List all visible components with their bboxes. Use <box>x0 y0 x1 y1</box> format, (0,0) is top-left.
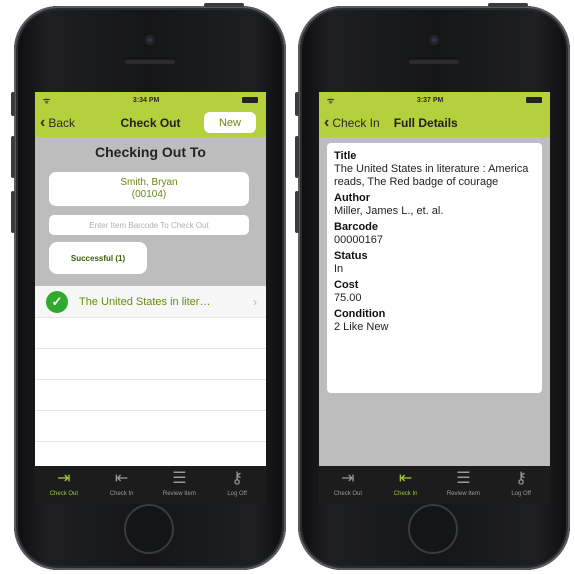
new-button[interactable]: New <box>204 112 256 133</box>
tab-bar: ⇥ Check Out ⇤ Check In ☰ Review Item ⚷ L… <box>35 466 266 504</box>
item-title: The United States in liter… <box>79 295 211 308</box>
detail-cost: Cost 75.00 <box>334 279 534 305</box>
detail-label: Barcode <box>334 221 379 233</box>
detail-label: Cost <box>334 279 359 291</box>
checkmark-icon: ✓ <box>46 290 68 313</box>
list-item[interactable]: ✓ The United States in liter… › <box>35 286 266 318</box>
status-bar: ᯤ 3:34 PM <box>35 92 266 108</box>
home-button <box>408 504 458 554</box>
detail-title: Title The United States in literature : … <box>334 150 534 189</box>
speaker <box>408 58 460 64</box>
status-time: 3:34 PM <box>132 96 160 104</box>
chevron-left-icon: ‹ <box>40 113 46 131</box>
key-icon: ⚷ <box>231 470 243 487</box>
tab-review-item[interactable]: ☰ Review Item <box>151 470 207 497</box>
tab-label: Check In <box>109 491 134 497</box>
details-card: Title The United States in literature : … <box>327 143 542 393</box>
empty-row <box>35 318 266 349</box>
tab-check-in[interactable]: ⇤ Check In <box>94 470 150 497</box>
mute-switch <box>295 92 299 116</box>
detail-value: The United States in literature : Americ… <box>334 163 529 188</box>
battery-icon <box>526 97 542 103</box>
wifi-icon: ᯤ <box>43 95 51 105</box>
tab-log-off[interactable]: ⚷ Log Off <box>493 470 549 497</box>
checkout-header-panel: Checking Out To Smith, Bryan (00104) Suc… <box>35 137 266 286</box>
check-out-icon: ⇥ <box>341 470 355 487</box>
tab-check-out[interactable]: ⇥ Check Out <box>320 470 376 497</box>
patron-name: Smith, Bryan <box>120 177 178 188</box>
tab-review-item[interactable]: ☰ Review Item <box>435 470 491 497</box>
list-icon: ☰ <box>456 470 471 487</box>
detail-author: Author Miller, James L., et. al. <box>334 192 534 218</box>
detail-value: Miller, James L., et. al. <box>334 205 444 217</box>
detail-condition: Condition 2 Like New <box>334 308 534 334</box>
successful-tab[interactable]: Successful (1) <box>49 242 147 274</box>
back-button[interactable]: ‹ Check In <box>324 113 380 131</box>
detail-value: 75.00 <box>334 292 362 304</box>
tab-label: Check Out <box>49 491 79 497</box>
home-button <box>124 504 174 554</box>
list-icon: ☰ <box>172 470 187 487</box>
key-icon: ⚷ <box>515 470 527 487</box>
checking-out-heading: Checking Out To <box>95 144 206 160</box>
barcode-input[interactable] <box>49 215 249 235</box>
detail-value: 00000167 <box>334 234 383 246</box>
patron-card[interactable]: Smith, Bryan (00104) <box>49 172 249 206</box>
status-bar: ᯤ 3:37 PM <box>319 92 550 108</box>
tab-label: Log Off <box>511 491 531 497</box>
phone-details: ᯤ 3:37 PM ‹ Check In Full Details Title … <box>295 3 570 570</box>
detail-barcode: Barcode 00000167 <box>334 221 534 247</box>
speaker <box>124 58 176 64</box>
volume-up-button <box>295 136 299 178</box>
chevron-right-icon: › <box>253 294 257 309</box>
camera <box>430 36 438 44</box>
power-button <box>204 3 244 7</box>
status-time: 3:37 PM <box>416 96 444 104</box>
detail-label: Title <box>334 150 357 162</box>
tab-check-out[interactable]: ⇥ Check Out <box>36 470 92 497</box>
check-out-icon: ⇥ <box>57 470 71 487</box>
back-button[interactable]: ‹ Back <box>40 113 76 131</box>
tab-label: Check Out <box>333 491 363 497</box>
check-in-icon: ⇤ <box>398 470 413 487</box>
tab-label: Check In <box>393 491 418 497</box>
nav-bar: ‹ Back Check Out New <box>35 108 266 137</box>
detail-label: Author <box>334 192 371 204</box>
detail-value: 2 Like New <box>334 321 389 333</box>
volume-down-button <box>11 191 15 233</box>
nav-bar: ‹ Check In Full Details <box>319 108 550 137</box>
volume-down-button <box>295 191 299 233</box>
volume-up-button <box>11 136 15 178</box>
detail-label: Status <box>334 250 368 262</box>
back-label: Back <box>48 115 76 130</box>
tab-label: Review Item <box>162 491 196 497</box>
detail-value: In <box>334 263 344 275</box>
power-button <box>488 3 528 7</box>
back-label: Check In <box>332 115 380 130</box>
detail-status: Status In <box>334 250 534 276</box>
page-title: Full Details <box>393 115 458 130</box>
camera <box>146 36 154 44</box>
details-screen: ᯤ 3:37 PM ‹ Check In Full Details Title … <box>319 92 550 504</box>
detail-label: Condition <box>334 308 386 320</box>
tab-check-in[interactable]: ⇤ Check In <box>378 470 434 497</box>
battery-icon <box>242 97 258 103</box>
patron-id: (00104) <box>131 189 167 200</box>
details-panel: Title The United States in literature : … <box>319 137 550 467</box>
empty-row <box>35 411 266 442</box>
chevron-left-icon: ‹ <box>324 113 330 131</box>
check-in-icon: ⇤ <box>114 470 129 487</box>
empty-row <box>35 349 266 380</box>
empty-row <box>35 380 266 411</box>
checkout-screen: ᯤ 3:34 PM ‹ Back Check Out New Checking … <box>35 92 266 504</box>
phone-checkout: ᯤ 3:34 PM ‹ Back Check Out New Checking … <box>11 3 286 570</box>
wifi-icon: ᯤ <box>327 95 335 105</box>
tab-label: Review Item <box>446 491 480 497</box>
tab-bar: ⇥ Check Out ⇤ Check In ☰ Review Item ⚷ L… <box>319 466 550 504</box>
tab-log-off[interactable]: ⚷ Log Off <box>209 470 265 497</box>
tab-label: Log Off <box>227 491 247 497</box>
mute-switch <box>11 92 15 116</box>
